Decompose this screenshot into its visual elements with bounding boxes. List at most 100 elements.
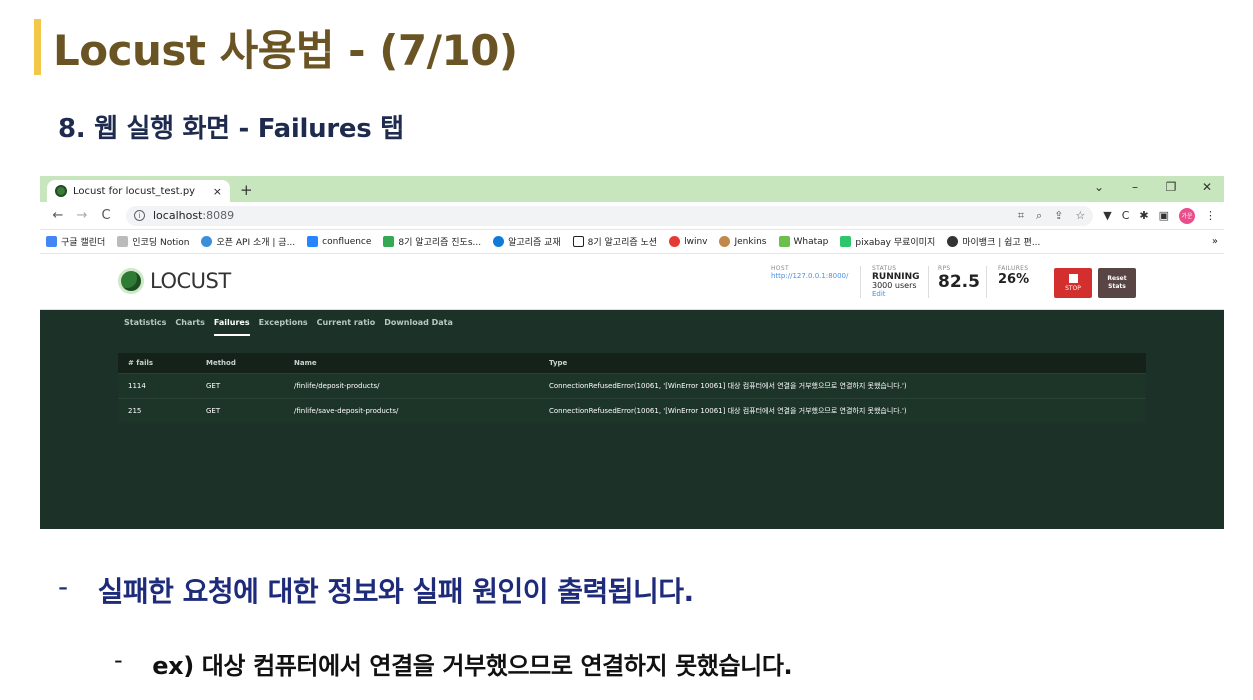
extensions-puzzle-icon[interactable]: ✱ (1139, 209, 1148, 222)
edit-link[interactable]: Edit (872, 291, 920, 299)
bookmark-item[interactable]: 구글 캘린더 (46, 235, 105, 248)
bookmark-item[interactable]: 마이뱅크 | 쉽고 편... (947, 235, 1040, 248)
column-header[interactable]: # fails (118, 353, 196, 374)
url-host: localhost (153, 209, 203, 222)
window-controls: ⌄ – ❐ ✕ (1092, 180, 1214, 194)
tab-failures[interactable]: Failures (213, 318, 250, 336)
fails-cell: 1114 (118, 373, 196, 399)
bookmark-item[interactable]: 알고리즘 교재 (493, 235, 561, 248)
stop-button[interactable]: STOP (1054, 268, 1092, 298)
locust-logo-text: LOCUST (150, 269, 231, 293)
slide-title: Locust 사용법 - (7/10) (34, 18, 518, 76)
bullet-text: 실패한 요청에 대한 정보와 실패 원인이 출력됩니다. (97, 575, 695, 608)
tab-strip: Locust for locust_test.py × + ⌄ – ❐ ✕ (40, 176, 1224, 202)
omnibox-actions: ⌗ ⌕ ⇪ ☆ (1018, 209, 1085, 223)
reload-button[interactable]: C (96, 208, 116, 223)
tab-search-icon[interactable]: ⌄ (1092, 180, 1106, 194)
jenkins-icon (719, 236, 731, 247)
bookmark-item[interactable]: pixabay 무료이미지 (840, 235, 935, 248)
type-cell: ConnectionRefusedError(10061, '[WinError… (539, 373, 1146, 399)
locust-favicon-icon (55, 185, 67, 197)
translate-icon[interactable]: ⌗ (1018, 209, 1024, 223)
minimize-button[interactable]: – (1128, 180, 1142, 194)
slide-subtitle: 8. 웹 실행 화면 - Failures 탭 (58, 114, 404, 144)
vue-extension-icon[interactable]: ▼ (1103, 209, 1111, 222)
stop-label: STOP (1065, 285, 1081, 292)
method-cell: GET (196, 398, 284, 423)
bullet-text: ex) 대상 컴퓨터에서 연결을 거부했으므로 연결하지 못했습니다. (152, 652, 793, 680)
bar-chart-icon (778, 236, 790, 247)
bookmarks-overflow-icon[interactable]: » (1212, 236, 1218, 247)
column-header[interactable]: Method (196, 353, 284, 374)
bookmark-item[interactable]: lwinv (669, 236, 707, 247)
title-accent-bar (34, 19, 41, 75)
url-input[interactable]: i localhost:8089 ⌗ ⌕ ⇪ ☆ (126, 205, 1094, 226)
rps-value: 82.5 (938, 271, 980, 292)
bookmark-item[interactable]: 오픈 API 소개 | 금... (201, 235, 295, 248)
close-tab-icon[interactable]: × (213, 185, 222, 198)
failures-table: # fails Method Name Type 1114 GET /finli… (118, 353, 1146, 423)
bookmark-item[interactable]: 인코딩 Notion (117, 235, 189, 248)
zoom-icon[interactable]: ⌕ (1036, 209, 1042, 223)
slide-title-text: Locust 사용법 - (7/10) (53, 25, 518, 75)
column-header[interactable]: Type (539, 353, 1146, 374)
back-button[interactable]: ← (48, 208, 68, 223)
locust-logo: LOCUST (118, 268, 231, 294)
tab-exceptions[interactable]: Exceptions (259, 318, 308, 336)
close-window-button[interactable]: ✕ (1200, 180, 1214, 194)
notion-icon (572, 236, 584, 247)
status-stat: STATUS RUNNING 3000 users Edit (872, 265, 920, 299)
locust-main: Statistics Charts Failures Exceptions Cu… (40, 310, 1224, 529)
table-row: 1114 GET /finlife/deposit-products/ Conn… (118, 373, 1146, 399)
tab-title: Locust for locust_test.py (73, 185, 196, 197)
bookmark-item[interactable]: 8기 알고리즘 진도s... (383, 235, 481, 248)
name-cell: /finlife/deposit-products/ (284, 373, 539, 399)
rps-stat: RPS 82.5 (938, 265, 980, 292)
host-value[interactable]: http://127.0.0.1:8000/ (771, 272, 848, 281)
browser-window: Locust for locust_test.py × + ⌄ – ❐ ✕ ← … (40, 176, 1224, 529)
type-cell: ConnectionRefusedError(10061, '[WinError… (539, 398, 1146, 423)
bullet-marker: - (58, 570, 68, 603)
stat-divider (928, 266, 929, 298)
bookmark-item[interactable]: Jenkins (719, 236, 767, 247)
address-bar: ← → C i localhost:8089 ⌗ ⌕ ⇪ ☆ ▼ C ✱ ▣ 가… (40, 202, 1224, 230)
tab-statistics[interactable]: Statistics (124, 318, 166, 336)
fails-cell: 215 (118, 398, 196, 423)
confluence-icon (307, 236, 319, 247)
browser-tab[interactable]: Locust for locust_test.py × (47, 180, 230, 202)
table-header-row: # fails Method Name Type (118, 353, 1146, 374)
site-info-icon[interactable]: i (134, 210, 145, 221)
cloud-icon (493, 236, 505, 247)
locust-logo-icon (118, 268, 144, 294)
column-header[interactable]: Name (284, 353, 539, 374)
failures-stat: FAILURES 26% (998, 265, 1029, 287)
locust-header: LOCUST HOST http://127.0.0.1:8000/ STATU… (40, 254, 1224, 310)
stat-divider (986, 266, 987, 298)
forward-button[interactable]: → (72, 208, 92, 223)
extension-c-icon[interactable]: C (1122, 209, 1130, 222)
calendar-icon (46, 236, 57, 247)
bookmark-item[interactable]: Whatap (778, 236, 828, 247)
profile-avatar[interactable]: 가운 (1179, 207, 1195, 224)
restore-button[interactable]: ❐ (1164, 180, 1178, 194)
url-port: :8089 (202, 209, 235, 222)
pixabay-icon (840, 236, 852, 247)
tab-current-ratio[interactable]: Current ratio (317, 318, 376, 336)
reset-stats-button[interactable]: Reset Stats (1098, 268, 1136, 298)
bookmarks-bar: 구글 캘린더 인코딩 Notion 오픈 API 소개 | 금... confl… (40, 230, 1224, 254)
name-cell: /finlife/save-deposit-products/ (284, 398, 539, 423)
new-tab-button[interactable]: + (240, 181, 253, 199)
bookmark-item[interactable]: 8기 알고리즘 노션 (572, 235, 657, 248)
side-panel-icon[interactable]: ▣ (1159, 209, 1169, 222)
browser-menu-icon[interactable]: ⋮ (1205, 209, 1216, 222)
magnet-icon (669, 236, 681, 247)
share-icon[interactable]: ⇪ (1054, 209, 1063, 223)
bullet-point-1: - 실패한 요청에 대한 정보와 실패 원인이 출력됩니다. (58, 570, 694, 610)
tab-charts[interactable]: Charts (175, 318, 205, 336)
locust-tabs: Statistics Charts Failures Exceptions Cu… (124, 318, 453, 336)
bookmark-star-icon[interactable]: ☆ (1075, 209, 1085, 223)
tab-download-data[interactable]: Download Data (384, 318, 453, 336)
bookmark-item[interactable]: confluence (307, 236, 371, 247)
host-stat: HOST http://127.0.0.1:8000/ (771, 265, 848, 281)
bullet-marker: - (114, 646, 123, 674)
